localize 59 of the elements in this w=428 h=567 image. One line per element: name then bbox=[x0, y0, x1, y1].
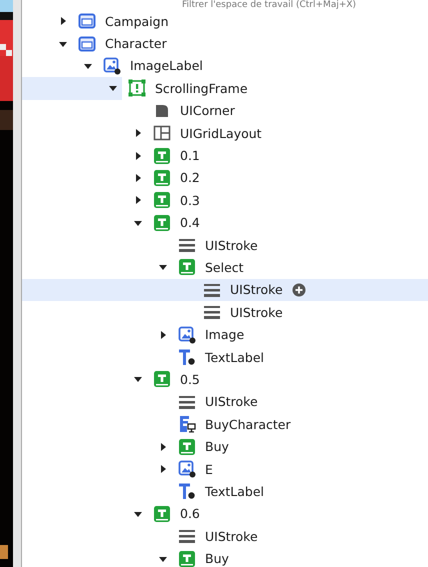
text-icon bbox=[178, 348, 196, 366]
add-icon[interactable] bbox=[292, 282, 306, 297]
lines-icon bbox=[178, 527, 196, 546]
caret-icon[interactable] bbox=[133, 374, 143, 384]
tree-item-label[interactable]: UIStroke bbox=[205, 528, 258, 544]
window-icon bbox=[78, 34, 96, 53]
tree-item-label[interactable]: UICorner bbox=[180, 103, 235, 118]
text-button-icon bbox=[153, 146, 171, 165]
caret-icon[interactable] bbox=[158, 464, 168, 474]
script-icon bbox=[178, 415, 196, 434]
text-button-icon bbox=[178, 258, 196, 276]
image-icon bbox=[178, 460, 196, 478]
tree-item-label[interactable]: TextLabel bbox=[205, 484, 264, 499]
tree-item-label[interactable]: 0.5 bbox=[180, 372, 200, 387]
tree-item-label[interactable]: UIStroke bbox=[230, 304, 283, 320]
tree-item-label[interactable]: BuyCharacter bbox=[205, 416, 291, 432]
scroll-frame-icon bbox=[128, 79, 146, 98]
tree-item-label[interactable]: 0.3 bbox=[180, 192, 200, 208]
caret-icon[interactable] bbox=[133, 150, 143, 161]
tree-item-label[interactable]: Buy bbox=[205, 439, 229, 454]
caret-icon[interactable] bbox=[133, 172, 143, 183]
text-button-icon bbox=[153, 370, 171, 388]
tree-item-label[interactable]: 0.1 bbox=[180, 148, 200, 164]
window-icon bbox=[78, 12, 96, 30]
tree-item-label[interactable]: UIStroke bbox=[230, 282, 283, 298]
tree-item-label[interactable]: 0.4 bbox=[180, 215, 200, 230]
tree-item-label[interactable]: TextLabel bbox=[205, 350, 264, 365]
text-button-icon bbox=[178, 438, 196, 456]
caret-icon[interactable] bbox=[108, 83, 118, 94]
caret-icon[interactable] bbox=[158, 262, 168, 272]
tree-item-label[interactable]: Select bbox=[205, 260, 244, 275]
tree-item-label[interactable]: Campaign bbox=[105, 14, 168, 29]
tree-item-label[interactable]: UIGridLayout bbox=[180, 126, 262, 141]
caret-icon[interactable] bbox=[58, 16, 68, 26]
text-button-icon bbox=[153, 191, 171, 210]
tree-item-label[interactable]: Character bbox=[105, 36, 167, 52]
image-icon bbox=[178, 326, 196, 344]
tree-item-label[interactable]: UIStroke bbox=[205, 394, 258, 410]
lines-icon bbox=[178, 236, 196, 254]
tree-item-label[interactable]: 0.6 bbox=[180, 506, 200, 522]
caret-icon[interactable] bbox=[133, 195, 143, 206]
caret-icon[interactable] bbox=[133, 128, 143, 138]
text-button-icon bbox=[153, 168, 171, 187]
tree-item-label[interactable]: Buy bbox=[205, 551, 229, 566]
tree-item-label[interactable]: 0.2 bbox=[180, 170, 200, 186]
tree-item-label[interactable]: ImageLabel bbox=[130, 58, 203, 74]
filter-field[interactable]: Filtrer l'espace de travail (Ctrl+Maj+X) bbox=[22, 0, 428, 10]
grid-icon bbox=[153, 124, 171, 142]
lines-icon bbox=[203, 303, 221, 322]
tree-item-label[interactable]: Image bbox=[205, 327, 244, 342]
image-icon bbox=[103, 56, 121, 75]
tree-item-label[interactable]: ScrollingFrame bbox=[155, 80, 248, 96]
text-button-icon bbox=[153, 214, 171, 232]
caret-icon[interactable] bbox=[158, 442, 168, 452]
text-icon bbox=[178, 482, 196, 500]
text-button-icon bbox=[153, 504, 171, 523]
tree-item-label[interactable]: UIStroke bbox=[205, 238, 258, 253]
tree-item-label[interactable]: E bbox=[205, 462, 213, 476]
caret-icon[interactable] bbox=[158, 330, 168, 340]
